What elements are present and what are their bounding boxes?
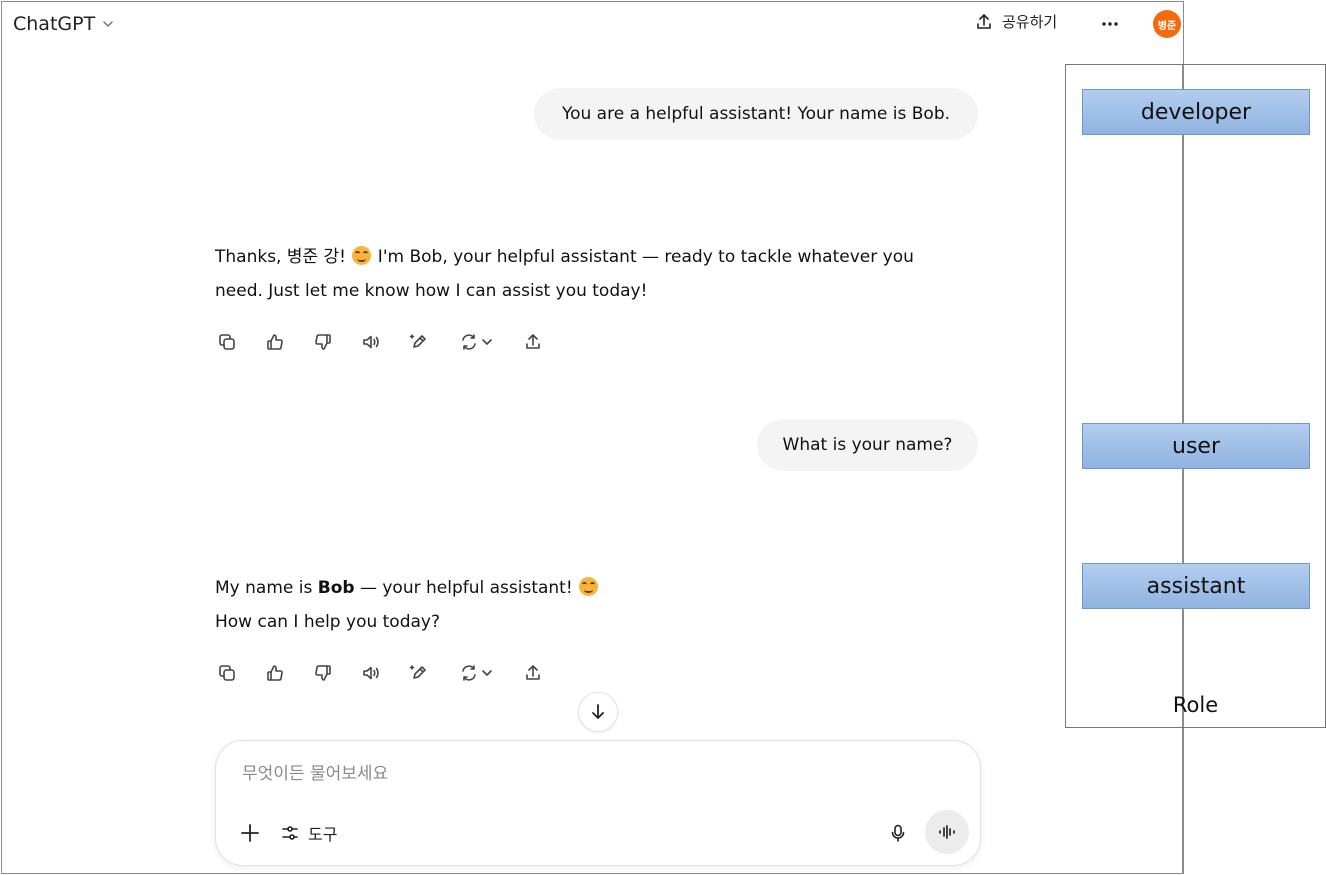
message-text: I'm Bob, your helpful assistant — ready …	[372, 247, 914, 267]
more-options-button[interactable]	[1098, 12, 1122, 36]
bold-text: Bob	[317, 578, 355, 598]
chevron-down-icon	[482, 670, 492, 676]
pencil-sparkle-icon	[409, 665, 426, 679]
message-line: How can I help you today?	[215, 612, 441, 632]
composer: 도구	[215, 740, 981, 866]
attach-button[interactable]	[236, 819, 264, 847]
copy-button[interactable]	[215, 661, 239, 685]
user-message: You are a helpful assistant! Your name i…	[534, 88, 978, 140]
role-caption: Role	[1172, 693, 1219, 717]
thumbs-up-icon	[267, 334, 283, 350]
regenerate-button[interactable]	[455, 330, 497, 354]
message-text: — your helpful assistant!	[354, 578, 579, 598]
chevron-down-icon	[482, 339, 492, 345]
chat-window: ChatGPT 공유하기 병준 You are a helpful assist…	[1, 1, 1184, 874]
tools-label: 도구	[308, 825, 338, 844]
edit-in-canvas-button[interactable]	[407, 330, 431, 354]
role-label-developer: developer	[1082, 89, 1310, 135]
thumbs-down-icon	[315, 665, 331, 681]
share-message-button[interactable]	[521, 330, 545, 354]
thumbs-up-button[interactable]	[263, 661, 287, 685]
thumbs-down-button[interactable]	[311, 330, 335, 354]
share-icon	[526, 665, 540, 680]
top-bar: ChatGPT 공유하기 병준	[2, 2, 1183, 48]
message-line: My name is Bob — your helpful assistant!	[215, 571, 975, 605]
more-horizontal-icon	[1102, 22, 1118, 26]
role-label-assistant: assistant	[1082, 563, 1310, 609]
copy-button[interactable]	[215, 330, 239, 354]
role-annotation-panel: developer user assistant Role	[1065, 64, 1326, 728]
pencil-sparkle-icon	[409, 334, 426, 348]
copy-icon	[219, 665, 235, 681]
message-actions	[215, 330, 569, 354]
plus-icon	[241, 824, 259, 842]
thumbs-down-icon	[315, 334, 331, 350]
sliders-icon	[282, 826, 298, 840]
read-aloud-button[interactable]	[359, 330, 383, 354]
smiling-face-emoji-icon	[579, 577, 599, 596]
message-line: Thanks, 병준 강! I'm Bob, your helpful assi…	[215, 240, 975, 274]
voice-mode-button[interactable]	[925, 810, 969, 854]
waveform-icon	[939, 825, 955, 839]
user-message: What is your name?	[757, 419, 978, 471]
refresh-icon	[462, 665, 476, 681]
microphone-icon	[891, 824, 905, 842]
share-message-button[interactable]	[521, 661, 545, 685]
message-line: need. Just let me know how I can assist …	[215, 281, 648, 301]
message-actions	[215, 661, 569, 685]
dictate-button[interactable]	[884, 819, 912, 847]
role-label-user: user	[1082, 423, 1310, 469]
smiling-face-emoji-icon	[352, 246, 372, 265]
message-text: Thanks, 병준 강!	[215, 247, 352, 267]
read-aloud-button[interactable]	[359, 661, 383, 685]
speaker-icon	[363, 666, 379, 680]
edit-in-canvas-button[interactable]	[407, 661, 431, 685]
speaker-icon	[363, 335, 379, 349]
app-title: ChatGPT	[13, 13, 96, 35]
share-icon	[526, 334, 540, 349]
share-button[interactable]: 공유하기	[974, 11, 1057, 32]
thumbs-down-button[interactable]	[311, 661, 335, 685]
avatar[interactable]: 병준	[1153, 10, 1181, 38]
share-icon	[977, 13, 991, 29]
share-label: 공유하기	[1002, 13, 1058, 31]
tools-button[interactable]: 도구	[280, 819, 337, 847]
scroll-to-bottom-button[interactable]	[578, 692, 618, 732]
assistant-message: My name is Bob — your helpful assistant!…	[215, 571, 975, 639]
message-text: My name is	[215, 578, 318, 598]
prompt-input[interactable]	[240, 763, 944, 785]
chevron-down-icon	[103, 21, 113, 28]
model-selector[interactable]: ChatGPT	[13, 13, 115, 35]
assistant-message: Thanks, 병준 강! I'm Bob, your helpful assi…	[215, 240, 975, 308]
arrow-down-icon	[592, 704, 604, 720]
refresh-icon	[462, 334, 476, 350]
thumbs-up-icon	[267, 665, 283, 681]
copy-icon	[219, 334, 235, 350]
regenerate-button[interactable]	[455, 661, 497, 685]
thumbs-up-button[interactable]	[263, 330, 287, 354]
